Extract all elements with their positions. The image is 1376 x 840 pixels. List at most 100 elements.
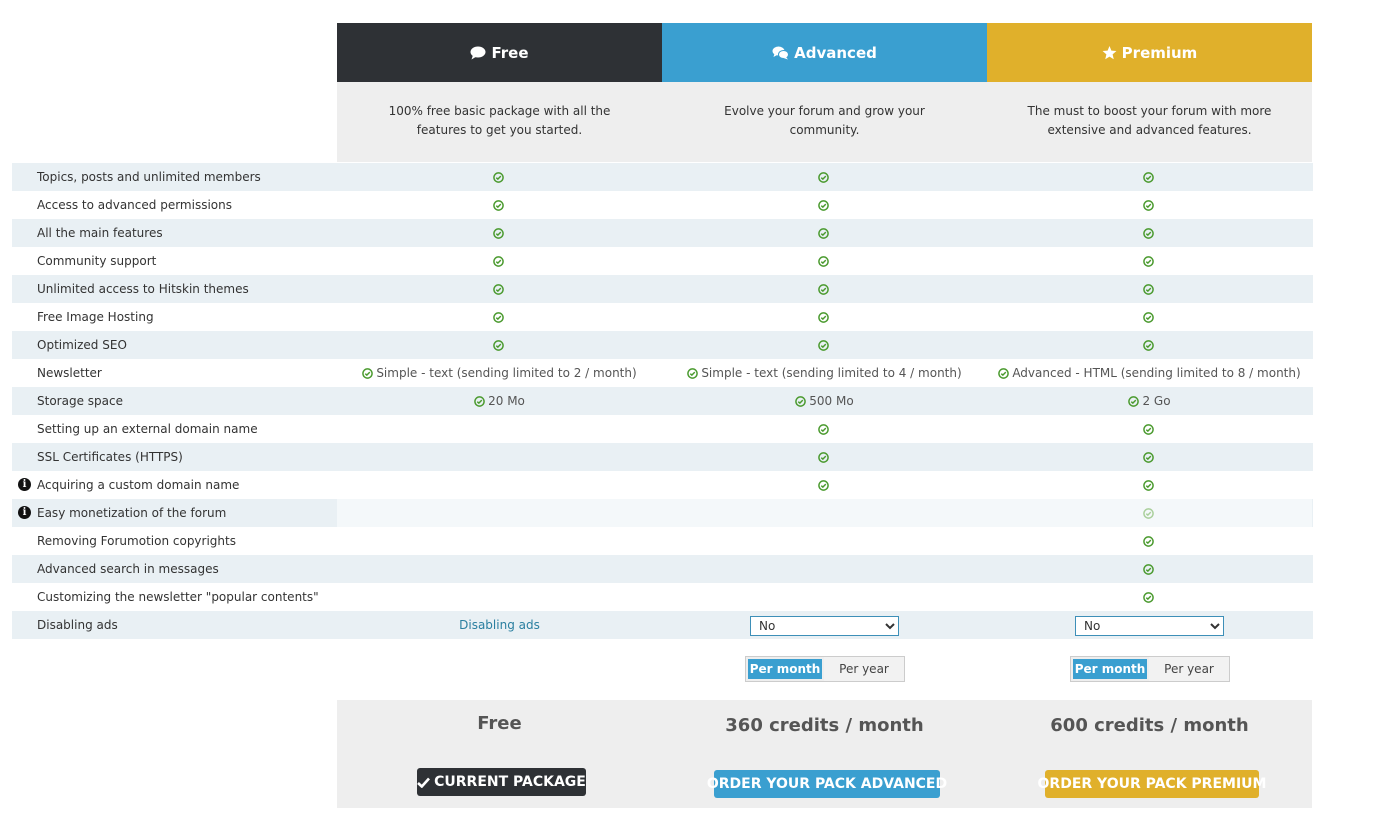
newsletter-premium-value: Advanced - HTML (sending limited to 8 / …: [1012, 366, 1301, 380]
free-cell: [337, 415, 662, 443]
check-icon: [1142, 479, 1154, 491]
feature-label-text: Acquiring a custom domain name: [37, 478, 240, 492]
plan-header-advanced: Advanced: [662, 23, 987, 82]
check-icon: [817, 283, 829, 295]
premium-disabling-ads-select[interactable]: No: [1075, 616, 1224, 636]
advanced-cell: [662, 471, 987, 499]
per-month-button[interactable]: Per month: [1071, 657, 1149, 681]
premium-cell: 2 Go: [987, 387, 1312, 415]
premium-cell: [987, 415, 1312, 443]
newsletter-advanced-value: Simple - text (sending limited to 4 / mo…: [701, 366, 962, 380]
pricing-footer-premium: 600 credits / month ORDER YOUR PACK PREM…: [987, 700, 1312, 808]
advanced-cell: Simple - text (sending limited to 4 / mo…: [662, 359, 987, 387]
feature-label: All the main features: [37, 226, 163, 240]
check-icon: [492, 339, 504, 351]
advanced-cell: [662, 331, 987, 359]
feature-label-text: Easy monetization of the forum: [37, 506, 227, 520]
check-icon: [1142, 199, 1154, 211]
plan-name: Free: [491, 43, 529, 62]
storage-free-value: 20 Mo: [488, 394, 525, 408]
checkmark-icon: [417, 777, 431, 788]
order-advanced-button[interactable]: ORDER YOUR PACK ADVANCED: [707, 770, 947, 798]
check-icon: [817, 199, 829, 211]
check-icon: [1142, 311, 1154, 323]
advanced-cell: [662, 583, 987, 611]
advanced-cell: [662, 415, 987, 443]
feature-label: i Easy monetization of the forum: [12, 499, 337, 527]
free-cell: [337, 583, 662, 611]
check-icon: [817, 451, 829, 463]
check-icon: [1142, 227, 1154, 239]
free-cell: [337, 527, 662, 555]
check-icon: [1142, 255, 1154, 267]
feature-row: Optimized SEO: [12, 331, 1313, 359]
free-cell: [337, 471, 662, 499]
check-icon: [817, 479, 829, 491]
plan-header-premium: Premium: [987, 23, 1312, 82]
info-icon[interactable]: i: [18, 506, 31, 519]
feature-row: i Acquiring a custom domain name: [12, 471, 1313, 499]
feature-row: Free Image Hosting: [12, 303, 1313, 331]
feature-row: Newsletter Simple - text (sending limite…: [12, 359, 1313, 387]
speech-bubble-icon: [470, 46, 486, 60]
advanced-cell: [662, 163, 987, 191]
advanced-cell: [662, 443, 987, 471]
pricing-footer-advanced: 360 credits / month ORDER YOUR PACK ADVA…: [662, 700, 987, 808]
button-label: CURRENT PACKAGE: [434, 774, 586, 790]
check-icon: [817, 227, 829, 239]
advanced-cell: [662, 499, 987, 527]
advanced-cell: [662, 247, 987, 275]
premium-cell: [987, 219, 1312, 247]
per-month-button[interactable]: Per month: [746, 657, 824, 681]
per-year-button[interactable]: Per year: [824, 657, 904, 681]
advanced-cell: [662, 527, 987, 555]
feature-row: Advanced search in messages: [12, 555, 1313, 583]
check-icon: [492, 227, 504, 239]
premium-cell: [987, 163, 1312, 191]
feature-label: Community support: [37, 254, 157, 268]
current-package-button[interactable]: CURRENT PACKAGE: [417, 768, 586, 796]
feature-row: Access to advanced permissions: [12, 191, 1313, 219]
check-icon: [817, 255, 829, 267]
order-premium-button[interactable]: ORDER YOUR PACK PREMIUM: [1038, 770, 1266, 798]
disabling-ads-link[interactable]: Disabling ads: [459, 618, 540, 632]
plan-description-free: 100% free basic package with all the fea…: [337, 82, 662, 162]
premium-cell: [987, 275, 1312, 303]
premium-cell: [987, 303, 1312, 331]
feature-row: Customizing the newsletter "popular cont…: [12, 583, 1313, 611]
plan-name: Premium: [1121, 43, 1198, 62]
check-icon: [362, 367, 374, 379]
check-icon: [817, 423, 829, 435]
premium-cell: [987, 583, 1312, 611]
pricing-footer-free: Free CURRENT PACKAGE: [337, 700, 662, 808]
check-icon: [492, 255, 504, 267]
check-icon: [795, 395, 807, 407]
advanced-disabling-ads-select[interactable]: No: [750, 616, 899, 636]
premium-cell: [987, 331, 1312, 359]
price-label: Free: [477, 713, 522, 734]
feature-label: Access to advanced permissions: [37, 198, 232, 212]
plan-header-free: Free: [337, 23, 662, 82]
advanced-cell: [662, 219, 987, 247]
per-year-button[interactable]: Per year: [1149, 657, 1229, 681]
info-icon[interactable]: i: [18, 478, 31, 491]
premium-cell: Advanced - HTML (sending limited to 8 / …: [987, 359, 1312, 387]
check-icon: [492, 283, 504, 295]
feature-label: Storage space: [37, 394, 123, 408]
check-icon: [1142, 283, 1154, 295]
feature-label: i Acquiring a custom domain name: [12, 471, 337, 499]
check-icon: [687, 367, 699, 379]
plan-description-advanced: Evolve your forum and grow your communit…: [662, 82, 987, 162]
premium-cell: [987, 471, 1312, 499]
feature-row: i Easy monetization of the forum: [12, 499, 1313, 527]
feature-row: Community support: [12, 247, 1313, 275]
check-icon-faded: [1142, 507, 1154, 519]
feature-label: SSL Certificates (HTTPS): [37, 450, 183, 464]
free-cell: [337, 443, 662, 471]
feature-label: Topics, posts and unlimited members: [37, 170, 261, 184]
feature-label: Advanced search in messages: [37, 562, 219, 576]
price-label: 360 credits / month: [725, 715, 924, 736]
feature-row: Topics, posts and unlimited members: [12, 163, 1313, 191]
star-icon: [1102, 45, 1117, 60]
feature-label: Optimized SEO: [37, 338, 127, 352]
